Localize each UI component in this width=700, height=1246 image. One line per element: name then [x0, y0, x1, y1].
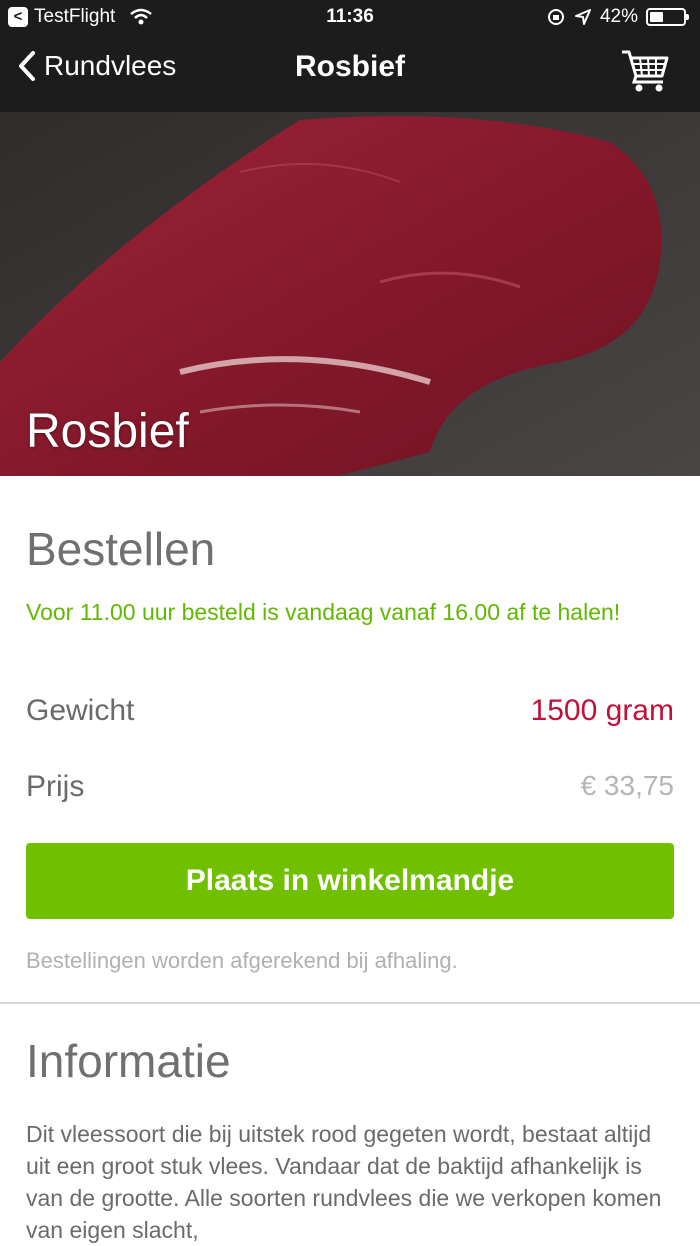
battery-icon — [646, 8, 689, 26]
weight-label: Gewicht — [26, 694, 135, 727]
battery-fill — [650, 12, 663, 22]
back-button[interactable]: Rundvlees — [18, 50, 176, 82]
price-label: Prijs — [26, 770, 85, 803]
cart-icon — [622, 50, 669, 92]
info-text: Dit vleessoort die bij uitstek rood gege… — [26, 1121, 662, 1243]
add-to-cart-button[interactable]: Plaats in winkelmandje — [26, 843, 674, 919]
product-details: Bestellen Voor 11.00 uur besteld is vand… — [0, 486, 700, 1244]
section-divider — [0, 1002, 700, 1004]
info-heading: Informatie — [26, 1035, 231, 1087]
back-button-label: Rundvlees — [44, 50, 177, 81]
orientation-lock-icon — [547, 9, 564, 25]
hero-title: Rosbief — [26, 405, 189, 458]
navigation-bar: Rundvlees Rosbief — [0, 36, 700, 112]
status-right: 42% — [546, 6, 689, 28]
status-bar: < TestFlight 11:36 42% — [0, 0, 700, 36]
pickup-notice: Voor 11.00 uur besteld is vandaag vanaf … — [26, 599, 621, 625]
price-row: Prijs € 33,75 — [26, 770, 674, 804]
chevron-left-icon — [19, 51, 35, 81]
weight-row[interactable]: Gewicht 1500 gram — [26, 694, 674, 728]
product-hero: Rosbief — [0, 112, 700, 486]
weight-value[interactable]: 1500 gram — [531, 694, 674, 728]
battery-percentage: 42% — [599, 6, 638, 27]
price-value: € 33,75 — [580, 770, 674, 801]
cart-button[interactable] — [620, 46, 670, 99]
location-arrow-icon — [574, 9, 591, 25]
order-heading: Bestellen — [26, 523, 216, 575]
payment-footnote: Bestellingen worden afgerekend bij afhal… — [26, 948, 458, 973]
